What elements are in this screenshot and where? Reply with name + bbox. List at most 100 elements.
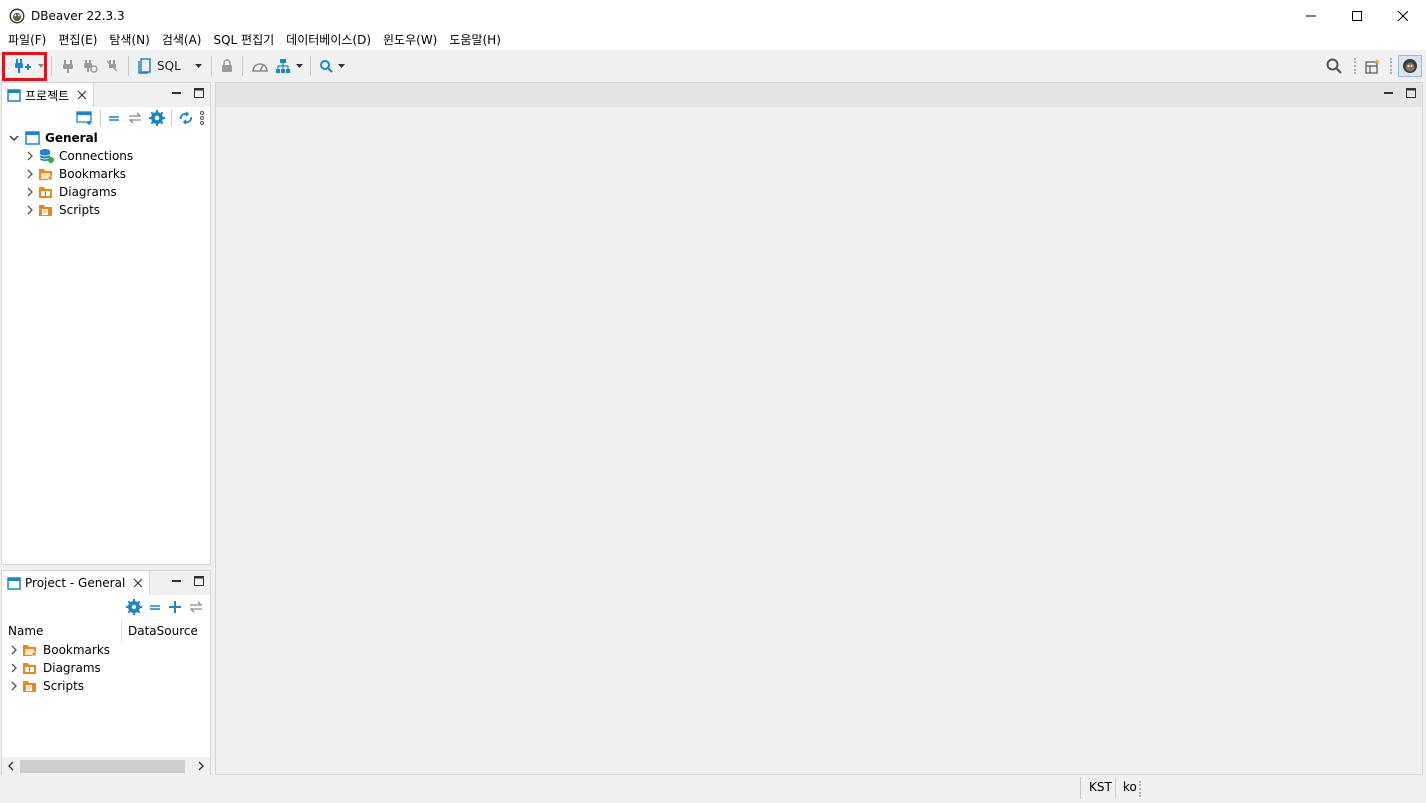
- configure-gear-icon[interactable]: [126, 599, 142, 615]
- plug-disconnect-icon: [106, 59, 118, 72]
- chevron-right-icon[interactable]: [8, 644, 20, 656]
- collapse-all-icon[interactable]: [148, 600, 162, 614]
- connect-button[interactable]: [57, 54, 79, 78]
- maximize-button[interactable]: [1334, 0, 1380, 31]
- tree-item-diagrams[interactable]: Diagrams: [2, 183, 210, 201]
- column-header-datasource[interactable]: DataSource: [122, 620, 210, 642]
- project-general-toolbar: [126, 597, 204, 617]
- tree-item-label: Bookmarks: [59, 167, 127, 181]
- menu-navigate[interactable]: 탐색(N): [103, 31, 155, 50]
- sql-editor-dropdown[interactable]: [185, 54, 206, 78]
- tab-project-general-label: Project - General: [25, 576, 126, 590]
- tree-item-label: General: [45, 131, 98, 145]
- status-locale: ko: [1123, 780, 1137, 794]
- menu-search[interactable]: 검색(A): [156, 31, 208, 50]
- menu-bar: 파일(F) 편집(E) 탐색(N) 검색(A) SQL 편집기 데이터베이스(D…: [0, 31, 1426, 50]
- project-general-panel: Project - General Name DataSource Bookma…: [1, 570, 211, 776]
- database-connections-icon: [38, 148, 54, 164]
- horizontal-scrollbar[interactable]: [2, 757, 210, 775]
- view-menu-icon[interactable]: [200, 111, 204, 125]
- chevron-down-icon[interactable]: [8, 132, 20, 144]
- disconnect-button[interactable]: [101, 54, 123, 78]
- status-separator: [1080, 777, 1081, 799]
- link-with-editor-icon[interactable]: [127, 111, 143, 125]
- diagrams-folder-icon: [22, 660, 38, 676]
- minimize-view-icon[interactable]: [172, 88, 182, 98]
- plug-icon: [63, 59, 73, 73]
- transaction-lock-button[interactable]: [217, 54, 237, 78]
- project-tree: General Connections Bookmarks Diagrams S…: [2, 129, 210, 219]
- schema-compare-dropdown[interactable]: [294, 54, 305, 78]
- tree-item-diagrams[interactable]: Diagrams: [2, 659, 210, 677]
- project-icon: [7, 577, 21, 590]
- toolbar-separator: [100, 110, 101, 126]
- chevron-right-icon[interactable]: [24, 150, 36, 162]
- tab-close-icon[interactable]: [133, 578, 143, 588]
- bookmarks-folder-icon: [22, 642, 38, 658]
- chevron-right-icon[interactable]: [8, 680, 20, 692]
- dropdown-arrow-icon: [337, 63, 345, 68]
- tree-item-label: Diagrams: [59, 185, 117, 199]
- minimize-view-icon[interactable]: [1384, 88, 1394, 98]
- chevron-right-icon[interactable]: [8, 662, 20, 674]
- tree-item-connections[interactable]: Connections: [2, 147, 210, 165]
- gauge-icon: [251, 62, 268, 72]
- scripts-folder-icon: [22, 678, 38, 694]
- tree-item-scripts[interactable]: Scripts: [2, 677, 210, 695]
- search-dropdown[interactable]: [336, 54, 347, 78]
- dashboard-button[interactable]: [248, 54, 272, 78]
- global-search-button[interactable]: [1320, 54, 1348, 78]
- toolbar-separator: [241, 55, 243, 76]
- dbeaver-perspective-button[interactable]: [1398, 54, 1422, 77]
- menu-file[interactable]: 파일(F): [2, 31, 52, 50]
- dropdown-arrow-icon: [194, 63, 202, 68]
- chevron-right-icon[interactable]: [24, 186, 36, 198]
- tab-project-general[interactable]: Project - General: [2, 571, 151, 595]
- link-with-editor-icon[interactable]: [188, 600, 204, 614]
- tree-item-scripts[interactable]: Scripts: [2, 201, 210, 219]
- menu-window[interactable]: 윈도우(W): [377, 31, 443, 50]
- maximize-view-icon[interactable]: [194, 88, 204, 98]
- reconnect-button[interactable]: [79, 54, 101, 78]
- scripts-folder-icon: [38, 202, 54, 218]
- menu-database[interactable]: 데이터베이스(D): [280, 31, 377, 50]
- dropdown-arrow-icon: [295, 63, 303, 68]
- search-toolbar-button[interactable]: [316, 54, 336, 78]
- sync-link-icon[interactable]: [178, 110, 194, 126]
- menu-help[interactable]: 도움말(H): [443, 31, 507, 50]
- sql-editor-button[interactable]: SQL: [134, 54, 185, 78]
- chevron-right-icon[interactable]: [24, 168, 36, 180]
- tab-close-icon[interactable]: [77, 90, 87, 100]
- minimize-icon: [1306, 15, 1316, 16]
- tree-item-bookmarks[interactable]: Bookmarks: [2, 165, 210, 183]
- close-button[interactable]: [1380, 0, 1426, 31]
- minimize-view-icon[interactable]: [172, 576, 182, 586]
- new-project-folder-icon[interactable]: [76, 110, 94, 126]
- scroll-left-icon[interactable]: [6, 761, 16, 771]
- project-general-tree: Bookmarks Diagrams Scripts: [2, 641, 210, 695]
- expand-plus-icon[interactable]: [168, 600, 182, 614]
- menu-sql-editor[interactable]: SQL 편집기: [207, 31, 280, 50]
- column-header-name[interactable]: Name: [2, 620, 122, 642]
- tree-item-general[interactable]: General: [2, 129, 210, 147]
- toolbar-grip: [1354, 57, 1356, 74]
- schema-compare-button[interactable]: [272, 54, 294, 78]
- tab-project[interactable]: 프로젝트: [2, 83, 95, 107]
- collapse-all-icon[interactable]: [107, 111, 121, 125]
- open-perspective-button[interactable]: [1362, 54, 1384, 78]
- toolbar-separator: [309, 55, 311, 76]
- maximize-view-icon[interactable]: [1406, 88, 1416, 98]
- maximize-view-icon[interactable]: [194, 576, 204, 586]
- tab-project-label: 프로젝트: [25, 88, 70, 103]
- chevron-right-icon[interactable]: [24, 204, 36, 216]
- tree-item-bookmarks[interactable]: Bookmarks: [2, 641, 210, 659]
- configure-gear-icon[interactable]: [149, 110, 165, 126]
- minimize-button[interactable]: [1288, 0, 1334, 31]
- scroll-right-icon[interactable]: [196, 761, 206, 771]
- editor-tabbar: [216, 83, 1422, 107]
- scrollbar-thumb[interactable]: [20, 760, 185, 773]
- new-connection-highlight-box: [2, 52, 47, 81]
- menu-edit[interactable]: 편집(E): [52, 31, 103, 50]
- toolbar-right: [1320, 50, 1426, 81]
- plug-refresh-icon: [84, 59, 98, 73]
